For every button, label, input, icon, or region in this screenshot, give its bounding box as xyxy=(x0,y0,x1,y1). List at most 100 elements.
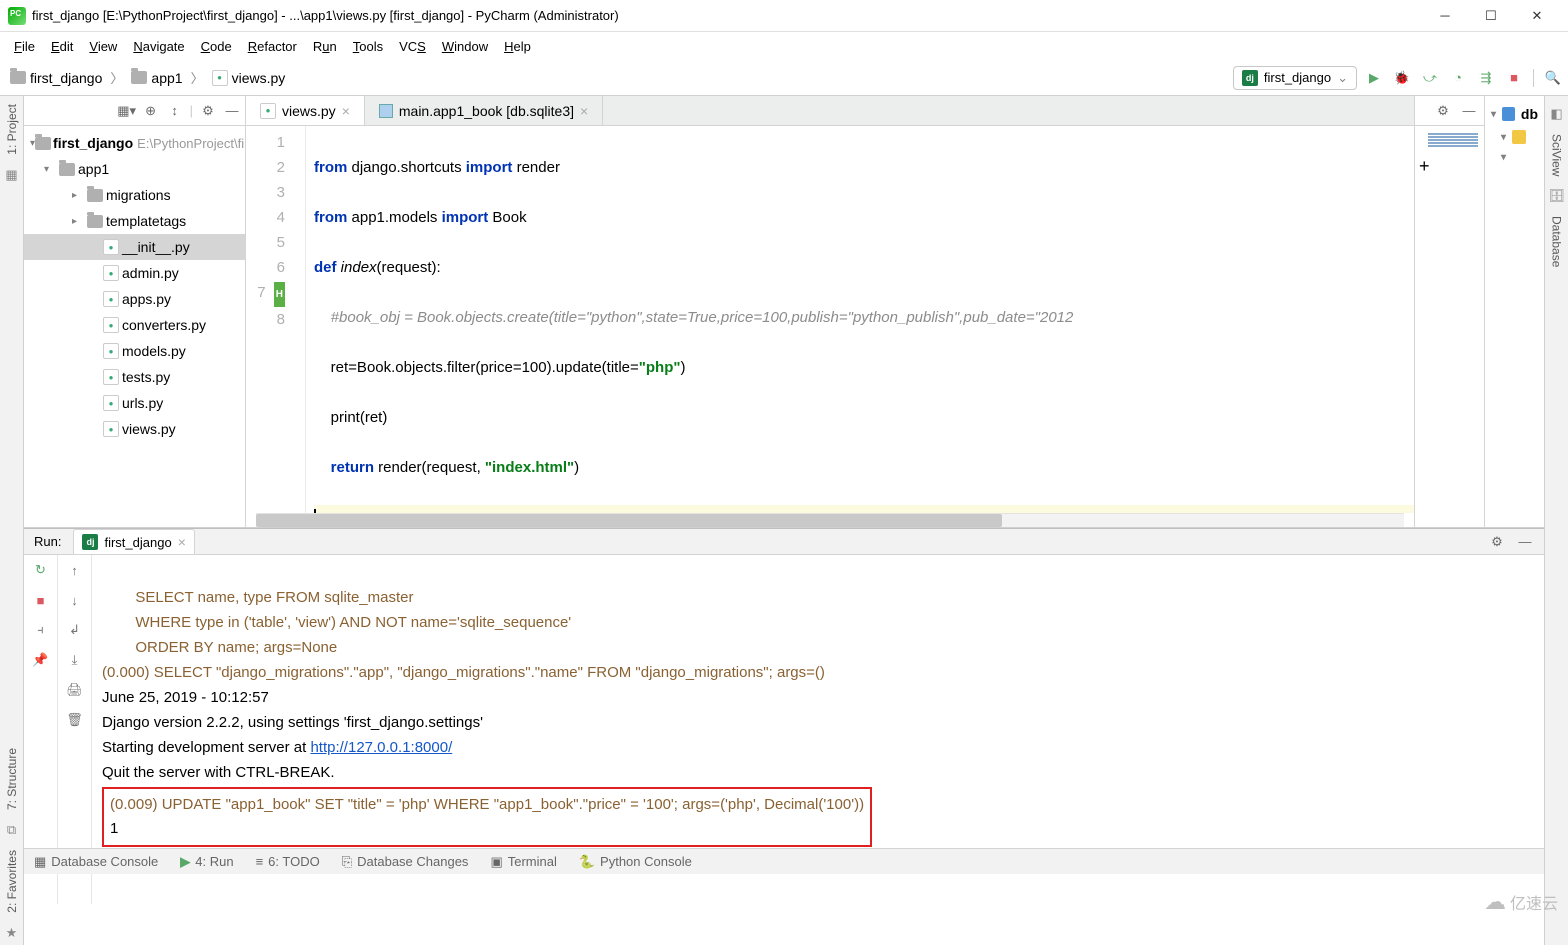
server-link[interactable]: http://127.0.0.1:8000/ xyxy=(310,739,452,756)
tree-file-views[interactable]: views.py xyxy=(24,416,245,442)
db-table-node[interactable]: ▾ xyxy=(1485,148,1544,167)
status-db-changes[interactable]: ⎘ Database Changes xyxy=(342,854,469,870)
folder-icon xyxy=(131,71,147,84)
tab-project[interactable]: 1: Project xyxy=(3,96,21,163)
tree-migrations-folder[interactable]: ▸ migrations xyxy=(24,182,245,208)
menu-file[interactable]: File xyxy=(6,36,43,57)
db-schema-node[interactable]: ▾ xyxy=(1485,126,1544,148)
run-button[interactable]: ▶ xyxy=(1365,69,1383,87)
menu-code[interactable]: Code xyxy=(193,36,240,57)
close-icon[interactable]: × xyxy=(342,103,350,119)
down-button[interactable]: ↓ xyxy=(66,591,84,609)
right-tool-tabs: ◧ SciView 🗄 Database xyxy=(1544,96,1568,945)
scroll-end-button[interactable]: ⤓ xyxy=(66,651,84,669)
tab-db-table[interactable]: main.app1_book [db.sqlite3] × xyxy=(365,96,603,125)
editor-side-panel: ⚙ — + xyxy=(1414,96,1484,527)
gear-icon[interactable]: ⚙ xyxy=(1434,102,1452,120)
window-titlebar: first_django [E:\PythonProject\first_dja… xyxy=(0,0,1568,32)
horizontal-scrollbar[interactable] xyxy=(256,513,1404,527)
breadcrumb-root[interactable]: first_django xyxy=(6,68,106,88)
stop-button[interactable]: ■ xyxy=(1505,69,1523,87)
code-content[interactable]: from django.shortcuts import render from… xyxy=(306,126,1414,513)
tree-file-models[interactable]: models.py xyxy=(24,338,245,364)
stop-button[interactable]: ■ xyxy=(32,591,50,609)
menu-navigate[interactable]: Navigate xyxy=(125,36,192,57)
main-menu: File Edit View Navigate Code Refactor Ru… xyxy=(0,32,1568,60)
tree-file-converters[interactable]: converters.py xyxy=(24,312,245,338)
tree-file-admin[interactable]: admin.py xyxy=(24,260,245,286)
python-file-icon xyxy=(260,103,276,119)
breadcrumb-file[interactable]: views.py xyxy=(208,68,290,88)
profile-button[interactable]: ◔ xyxy=(1449,69,1467,87)
tree-app-folder[interactable]: ▾ app1 xyxy=(24,156,245,182)
hide-icon[interactable]: — xyxy=(223,102,241,120)
editor: views.py × main.app1_book [db.sqlite3] ×… xyxy=(246,96,1414,527)
tab-structure[interactable]: 7: Structure xyxy=(3,740,21,818)
django-icon: dj xyxy=(1242,70,1258,86)
tab-views-py[interactable]: views.py × xyxy=(246,96,365,125)
line-gutter: 1234567 H8 xyxy=(246,126,306,513)
datasource-icon xyxy=(1502,107,1515,121)
code-editor[interactable]: 1234567 H8 from django.shortcuts import … xyxy=(246,126,1414,513)
debug-button[interactable]: 🐞 xyxy=(1393,69,1411,87)
status-python-console[interactable]: 🐍 Python Console xyxy=(579,854,692,870)
status-db-console[interactable]: ▦ Database Console xyxy=(34,854,158,870)
locate-icon[interactable]: ⊕ xyxy=(142,102,160,120)
pin-button[interactable]: 📌 xyxy=(32,651,50,669)
hide-icon[interactable]: — xyxy=(1460,102,1478,120)
print-button[interactable]: 🖨 xyxy=(66,681,84,699)
breadcrumb-package[interactable]: app1 xyxy=(127,68,186,88)
up-button[interactable]: ↑ xyxy=(66,561,84,579)
close-icon[interactable]: × xyxy=(178,534,186,550)
close-icon[interactable]: × xyxy=(580,103,588,119)
window-title: first_django [E:\PythonProject\first_dja… xyxy=(32,8,1422,23)
menu-window[interactable]: Window xyxy=(434,36,496,57)
hide-icon[interactable]: — xyxy=(1516,533,1534,551)
tab-sciview[interactable]: SciView xyxy=(1548,126,1566,184)
structure-icon: ⧉ xyxy=(7,822,16,838)
gear-icon[interactable]: ⚙ xyxy=(199,102,217,120)
menu-tools[interactable]: Tools xyxy=(345,36,391,57)
code-minimap[interactable]: + xyxy=(1415,126,1484,527)
gear-icon[interactable]: ⚙ xyxy=(1488,533,1506,551)
database-panel: ▾ db ▾ ▾ xyxy=(1484,96,1544,527)
tree-file-tests[interactable]: tests.py xyxy=(24,364,245,390)
status-run[interactable]: ▶ 4: Run xyxy=(180,854,233,870)
minimize-button[interactable]: ─ xyxy=(1422,0,1468,32)
concurrency-button[interactable]: ⇶ xyxy=(1477,69,1495,87)
maximize-button[interactable]: ☐ xyxy=(1468,0,1514,32)
menu-run[interactable]: Run xyxy=(305,36,345,57)
rerun-button[interactable]: ↻ xyxy=(32,561,50,579)
menu-view[interactable]: View xyxy=(81,36,125,57)
tab-database[interactable]: Database xyxy=(1548,208,1566,275)
schema-icon xyxy=(1512,130,1526,144)
expand-icon[interactable]: ↕ xyxy=(166,102,184,120)
clear-button[interactable]: 🗑 xyxy=(66,711,84,729)
breadcrumb-separator: 〉 xyxy=(110,68,123,87)
search-everywhere-button[interactable]: 🔍 xyxy=(1544,69,1562,87)
close-window-button[interactable]: ✕ xyxy=(1514,0,1560,32)
tree-file-init[interactable]: __init__.py xyxy=(24,234,245,260)
run-label: Run: xyxy=(34,534,61,549)
tree-file-urls[interactable]: urls.py xyxy=(24,390,245,416)
run-tab[interactable]: dj first_django × xyxy=(73,529,194,554)
status-terminal[interactable]: ▣ Terminal xyxy=(490,854,556,870)
tree-project-root[interactable]: ▾ first_django E:\PythonProject\first_dj… xyxy=(24,130,245,156)
run-configuration-selector[interactable]: dj first_django ⌄ xyxy=(1233,66,1357,90)
menu-edit[interactable]: Edit xyxy=(43,36,81,57)
menu-help[interactable]: Help xyxy=(496,36,539,57)
tree-file-apps[interactable]: apps.py xyxy=(24,286,245,312)
menu-refactor[interactable]: Refactor xyxy=(240,36,305,57)
db-node[interactable]: ▾ db xyxy=(1485,102,1544,126)
run-tool-window: Run: dj first_django × ⚙ — ↻ ■ ⫞ 📌 xyxy=(24,528,1544,848)
project-view-combo[interactable]: ▦▾ xyxy=(118,102,136,120)
tree-templatetags-folder[interactable]: ▸ templatetags xyxy=(24,208,245,234)
coverage-button[interactable]: ⤻ xyxy=(1421,69,1439,87)
soft-wrap-button[interactable]: ↲ xyxy=(66,621,84,639)
project-tree[interactable]: ▾ first_django E:\PythonProject\first_dj… xyxy=(24,126,245,527)
tab-favorites[interactable]: 2: Favorites xyxy=(3,842,21,921)
status-todo[interactable]: ≡ 6: TODO xyxy=(256,854,320,869)
toggle-layout-button[interactable]: ⫞ xyxy=(32,621,50,639)
menu-vcs[interactable]: VCS xyxy=(391,36,434,57)
star-icon: ★ xyxy=(6,925,18,941)
